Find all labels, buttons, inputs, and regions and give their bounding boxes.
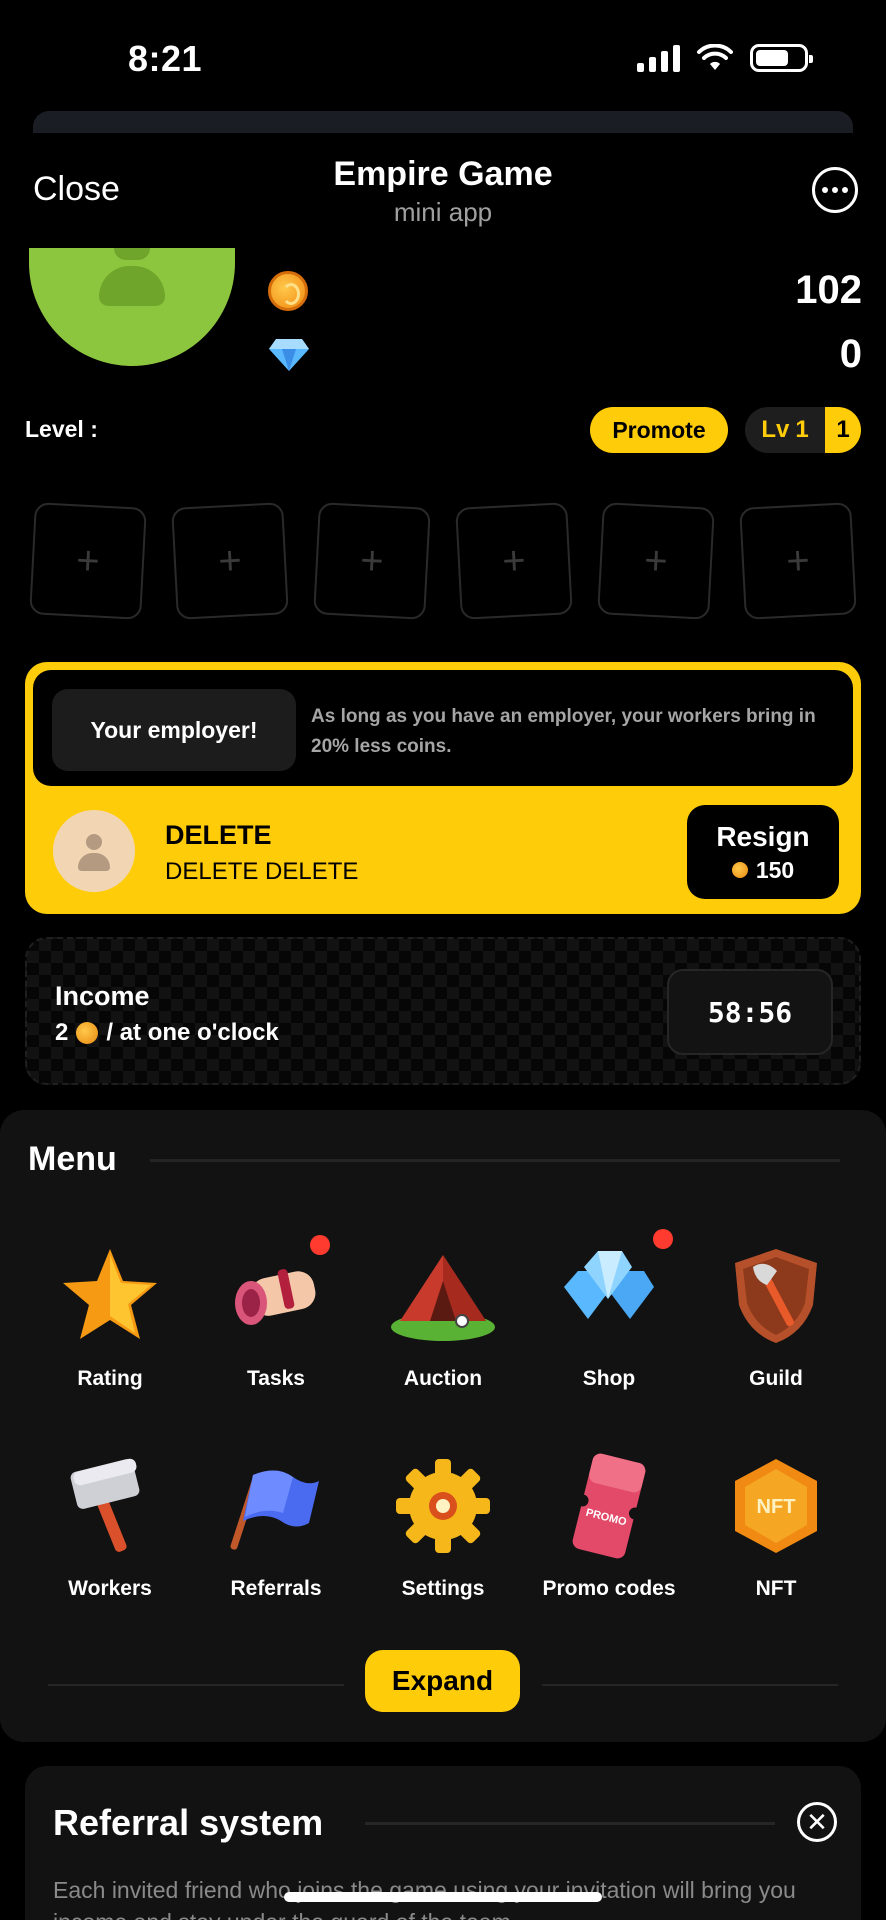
shield-axe-icon xyxy=(735,1249,817,1343)
income-card: Income 2 / at one o'clock 58:56 xyxy=(25,937,861,1085)
income-rate-suffix: / at one o'clock xyxy=(106,1019,279,1046)
gems-value: 0 xyxy=(839,332,862,376)
flag-icon xyxy=(230,1470,319,1550)
menu-label: NFT xyxy=(755,1577,797,1600)
employer-note: As long as you have an employer, your wo… xyxy=(311,706,816,757)
menu-item-settings[interactable]: Settings xyxy=(360,1445,526,1635)
nft-badge-icon: NFT xyxy=(735,1459,817,1553)
coin-icon xyxy=(268,270,308,311)
sheet-top-edge xyxy=(33,111,853,133)
user-avatar[interactable] xyxy=(29,248,235,366)
menu-item-auction[interactable]: Auction xyxy=(360,1235,526,1425)
income-timer: 58:56 xyxy=(667,969,833,1055)
menu-item-shop[interactable]: Shop xyxy=(526,1229,692,1425)
income-title: Income xyxy=(55,981,150,1011)
home-indicator[interactable] xyxy=(284,1892,602,1902)
divider xyxy=(48,1684,344,1686)
employer-pill: Your employer! xyxy=(52,689,296,771)
employer-info: Your employer! As long as you have an em… xyxy=(33,670,853,786)
level-badge: Lv 1 1 xyxy=(745,407,861,453)
employer-avatar xyxy=(53,810,135,892)
notification-dot xyxy=(653,1229,673,1249)
gems-icon xyxy=(564,1251,654,1319)
menu-item-tasks[interactable]: Tasks xyxy=(193,1235,359,1425)
resign-cost: 150 xyxy=(731,856,795,884)
menu-item-promo-codes[interactable]: PROMO Promo codes xyxy=(526,1445,692,1635)
menu-item-guild[interactable]: Guild xyxy=(693,1235,859,1425)
signal-icon xyxy=(637,44,680,72)
star-icon xyxy=(63,1249,157,1339)
menu-title: Menu xyxy=(28,1140,117,1178)
status-icons xyxy=(637,44,813,72)
menu-label: Tasks xyxy=(247,1367,305,1390)
worker-slot[interactable]: + xyxy=(313,502,431,620)
income-rate: 2 / at one o'clock xyxy=(55,1019,279,1047)
coin-icon xyxy=(731,862,748,878)
gear-icon xyxy=(396,1459,490,1553)
gems-row: 0 xyxy=(268,332,862,377)
menu-item-nft[interactable]: NFT NFT xyxy=(693,1445,859,1635)
menu-item-workers[interactable]: Workers xyxy=(27,1445,193,1635)
menu-label: Settings xyxy=(401,1577,485,1600)
menu-label: Promo codes xyxy=(542,1577,676,1600)
employer-name: DELETE xyxy=(165,820,272,850)
level-label: Level : xyxy=(25,416,98,442)
promote-button[interactable]: Promote xyxy=(590,407,728,453)
app-title: Empire Game xyxy=(333,155,553,193)
worker-slot[interactable]: + xyxy=(455,502,573,620)
menu-label: Guild xyxy=(749,1367,803,1390)
menu-panel: Menu Rating Tasks Auction Shop Guild Wor… xyxy=(0,1110,886,1742)
worker-slots: + + + + + + xyxy=(29,502,857,620)
coin-icon xyxy=(76,1022,99,1044)
notification-dot xyxy=(310,1235,330,1255)
income-rate-value: 2 xyxy=(55,1019,69,1046)
resign-button[interactable]: Resign 150 xyxy=(687,805,839,899)
worker-slot[interactable]: + xyxy=(29,502,147,620)
coins-value: 102 xyxy=(795,268,862,312)
resign-label: Resign xyxy=(716,820,810,852)
status-bar: 8:21 xyxy=(0,0,886,110)
referral-title: Referral system xyxy=(53,1802,324,1843)
divider xyxy=(365,1822,775,1825)
menu-label: Rating xyxy=(77,1367,143,1390)
menu-label: Shop xyxy=(582,1367,636,1390)
menu-label: Auction xyxy=(403,1367,483,1390)
expand-button[interactable]: Expand xyxy=(365,1650,520,1712)
resign-cost-value: 150 xyxy=(755,856,795,883)
divider xyxy=(542,1684,838,1686)
worker-slot[interactable]: + xyxy=(597,502,715,620)
tent-icon xyxy=(391,1255,495,1341)
referral-close-button[interactable]: ✕ xyxy=(797,1802,837,1842)
diamond-icon xyxy=(269,338,309,371)
status-time: 8:21 xyxy=(128,38,203,79)
employer-card: Your employer! As long as you have an em… xyxy=(25,662,861,914)
menu-label: Referrals xyxy=(230,1577,322,1600)
divider xyxy=(150,1159,840,1162)
app-subtitle: mini app xyxy=(393,197,493,227)
nft-badge-text: NFT xyxy=(757,1496,796,1518)
worker-slot[interactable]: + xyxy=(739,502,857,620)
menu-item-referrals[interactable]: Referrals xyxy=(193,1445,359,1635)
wifi-icon xyxy=(697,44,733,70)
scroll-icon xyxy=(235,1269,316,1325)
employer-subname: DELETE DELETE xyxy=(165,858,359,885)
level-prefix: Lv xyxy=(761,416,790,443)
worker-slot[interactable]: + xyxy=(171,502,289,620)
menu-item-rating[interactable]: Rating xyxy=(27,1235,193,1425)
menu-label: Workers xyxy=(68,1577,152,1600)
level-value: 1 xyxy=(795,416,809,443)
header: Close Empire Game mini app xyxy=(0,145,886,245)
battery-icon xyxy=(750,44,813,72)
more-options-button[interactable] xyxy=(812,167,858,213)
coins-row: 102 xyxy=(268,268,862,313)
level-badge-number: 1 xyxy=(825,407,861,453)
hammer-icon xyxy=(70,1458,140,1552)
ticket-icon: PROMO xyxy=(572,1453,646,1559)
